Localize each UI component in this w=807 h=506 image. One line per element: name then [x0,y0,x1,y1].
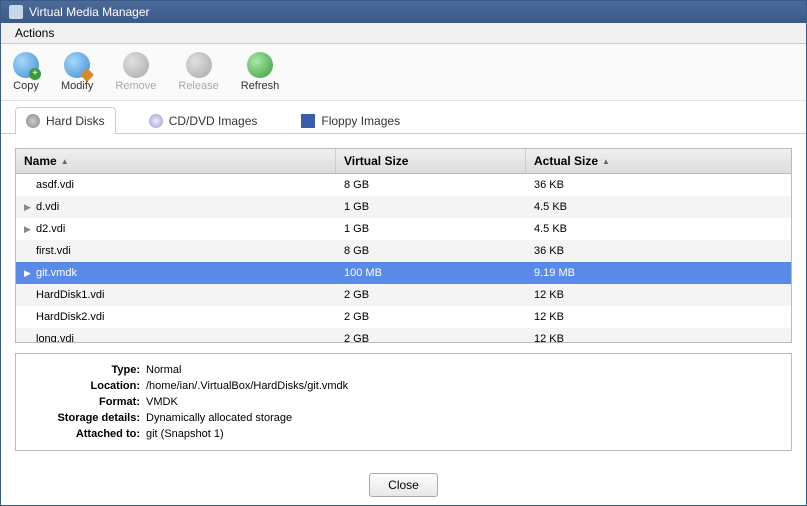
detail-location-value: /home/ian/.VirtualBox/HardDisks/git.vmdk [146,378,348,394]
footer: Close [1,465,806,505]
detail-location-label: Location: [26,378,146,394]
disk-name: asdf.vdi [36,179,74,191]
expander-icon[interactable]: ▶ [24,224,32,235]
refresh-icon [247,52,273,78]
disk-name: git.vmdk [36,267,77,279]
cd-icon [149,114,163,128]
actual-size: 36 KB [526,179,791,191]
table-row[interactable]: ▶ d.vdi 1 GB4.5 KB [16,196,791,218]
virtual-media-manager-window: Virtual Media Manager Actions Copy Modif… [0,0,807,506]
toolbar: Copy Modify Remove Release Refresh [1,44,806,101]
tab-hard-disks[interactable]: Hard Disks [15,107,116,134]
tab-cd-dvd[interactable]: CD/DVD Images [138,107,269,134]
table-row[interactable]: asdf.vdi 8 GB36 KB [16,174,791,196]
expander-icon[interactable]: ▶ [24,202,32,213]
media-table: Name▲ Virtual Size Actual Size▲ asdf.vdi… [15,148,792,343]
virtual-size: 8 GB [336,179,526,191]
refresh-button[interactable]: Refresh [237,50,284,94]
actual-size: 36 KB [526,245,791,257]
col-header-actual-size[interactable]: Actual Size▲ [526,149,791,173]
app-icon [9,5,23,19]
col-header-name[interactable]: Name▲ [16,149,336,173]
details-panel: Type:Normal Location:/home/ian/.VirtualB… [15,353,792,451]
copy-button[interactable]: Copy [9,50,43,94]
table-row[interactable]: long.vdi 2 GB12 KB [16,328,791,342]
virtual-size: 100 MB [336,267,526,279]
detail-attached-label: Attached to: [26,426,146,442]
hard-disk-icon [26,114,40,128]
table-header: Name▲ Virtual Size Actual Size▲ [16,149,791,174]
disk-name: HardDisk1.vdi [36,289,104,301]
release-button: Release [174,50,222,94]
close-button[interactable]: Close [369,473,438,497]
content-area: Name▲ Virtual Size Actual Size▲ asdf.vdi… [1,134,806,465]
detail-type-label: Type: [26,362,146,378]
disk-name: long.vdi [36,333,74,342]
virtual-size: 2 GB [336,311,526,323]
actual-size: 12 KB [526,289,791,301]
detail-attached-value: git (Snapshot 1) [146,426,224,442]
remove-button: Remove [111,50,160,94]
disk-name: first.vdi [36,245,71,257]
actual-size: 12 KB [526,333,791,342]
disk-name: d2.vdi [36,223,65,235]
actual-size: 9.19 MB [526,267,791,279]
release-icon [186,52,212,78]
table-body[interactable]: asdf.vdi8 GB36 KB▶d.vdi1 GB4.5 KB▶d2.vdi… [16,174,791,342]
tab-bar: Hard Disks CD/DVD Images Floppy Images [1,101,806,134]
virtual-size: 8 GB [336,245,526,257]
remove-icon [123,52,149,78]
detail-type-value: Normal [146,362,181,378]
modify-button[interactable]: Modify [57,50,97,94]
actual-size: 4.5 KB [526,223,791,235]
table-row[interactable]: first.vdi 8 GB36 KB [16,240,791,262]
detail-format-value: VMDK [146,394,178,410]
sort-asc-icon: ▲ [602,157,610,166]
titlebar[interactable]: Virtual Media Manager [1,1,806,23]
table-row[interactable]: HardDisk1.vdi 2 GB12 KB [16,284,791,306]
window-title: Virtual Media Manager [29,5,150,19]
actual-size: 12 KB [526,311,791,323]
virtual-size: 1 GB [336,223,526,235]
virtual-size: 2 GB [336,333,526,342]
modify-icon [64,52,90,78]
expander-icon[interactable]: ▶ [24,268,32,279]
detail-format-label: Format: [26,394,146,410]
disk-name: HardDisk2.vdi [36,311,104,323]
virtual-size: 2 GB [336,289,526,301]
table-row[interactable]: ▶ d2.vdi 1 GB4.5 KB [16,218,791,240]
table-row[interactable]: ▶ git.vmdk 100 MB9.19 MB [16,262,791,284]
menubar: Actions [1,23,806,44]
detail-storage-value: Dynamically allocated storage [146,410,292,426]
actual-size: 4.5 KB [526,201,791,213]
menu-actions[interactable]: Actions [9,24,60,42]
virtual-size: 1 GB [336,201,526,213]
detail-storage-label: Storage details: [26,410,146,426]
sort-asc-icon: ▲ [61,157,69,166]
tab-floppy[interactable]: Floppy Images [290,107,411,134]
floppy-icon [301,114,315,128]
col-header-virtual-size[interactable]: Virtual Size [336,149,526,173]
disk-name: d.vdi [36,201,59,213]
table-row[interactable]: HardDisk2.vdi 2 GB12 KB [16,306,791,328]
copy-icon [13,52,39,78]
